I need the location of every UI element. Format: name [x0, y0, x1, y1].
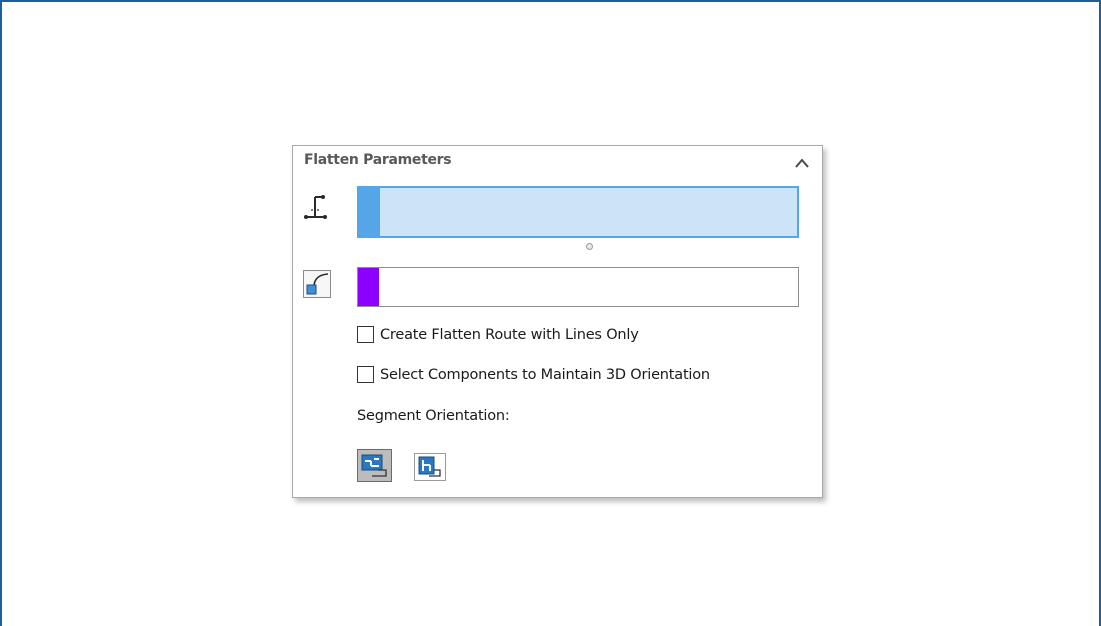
- maintain-3d-option[interactable]: Select Components to Maintain 3D Orienta…: [357, 366, 710, 383]
- vertical-align-icon: [415, 456, 445, 484]
- vertical-orientation-button[interactable]: [414, 453, 446, 481]
- maintain-3d-checkbox[interactable]: [357, 366, 374, 383]
- bend-selection-tab: [358, 268, 379, 306]
- lines-only-label: Create Flatten Route with Lines Only: [380, 326, 639, 343]
- resize-handle[interactable]: [586, 243, 593, 250]
- chevron-up-icon[interactable]: [794, 154, 810, 168]
- horizontal-align-icon: [358, 454, 391, 485]
- flatten-parameters-panel: Flatten Parameters Create Flatten Route …: [292, 145, 823, 498]
- route-segment-icon: [303, 191, 329, 219]
- lines-only-checkbox[interactable]: [357, 326, 374, 343]
- panel-title: Flatten Parameters: [304, 152, 452, 168]
- route-selection-tab: [359, 188, 380, 236]
- bend-selection-box[interactable]: [357, 267, 799, 307]
- route-selection-box[interactable]: [357, 186, 799, 238]
- maintain-3d-label: Select Components to Maintain 3D Orienta…: [380, 366, 710, 383]
- horizontal-orientation-button[interactable]: [357, 449, 392, 482]
- lines-only-option[interactable]: Create Flatten Route with Lines Only: [357, 326, 639, 343]
- bend-curve-icon: [303, 270, 331, 298]
- segment-orientation-label: Segment Orientation:: [357, 408, 510, 424]
